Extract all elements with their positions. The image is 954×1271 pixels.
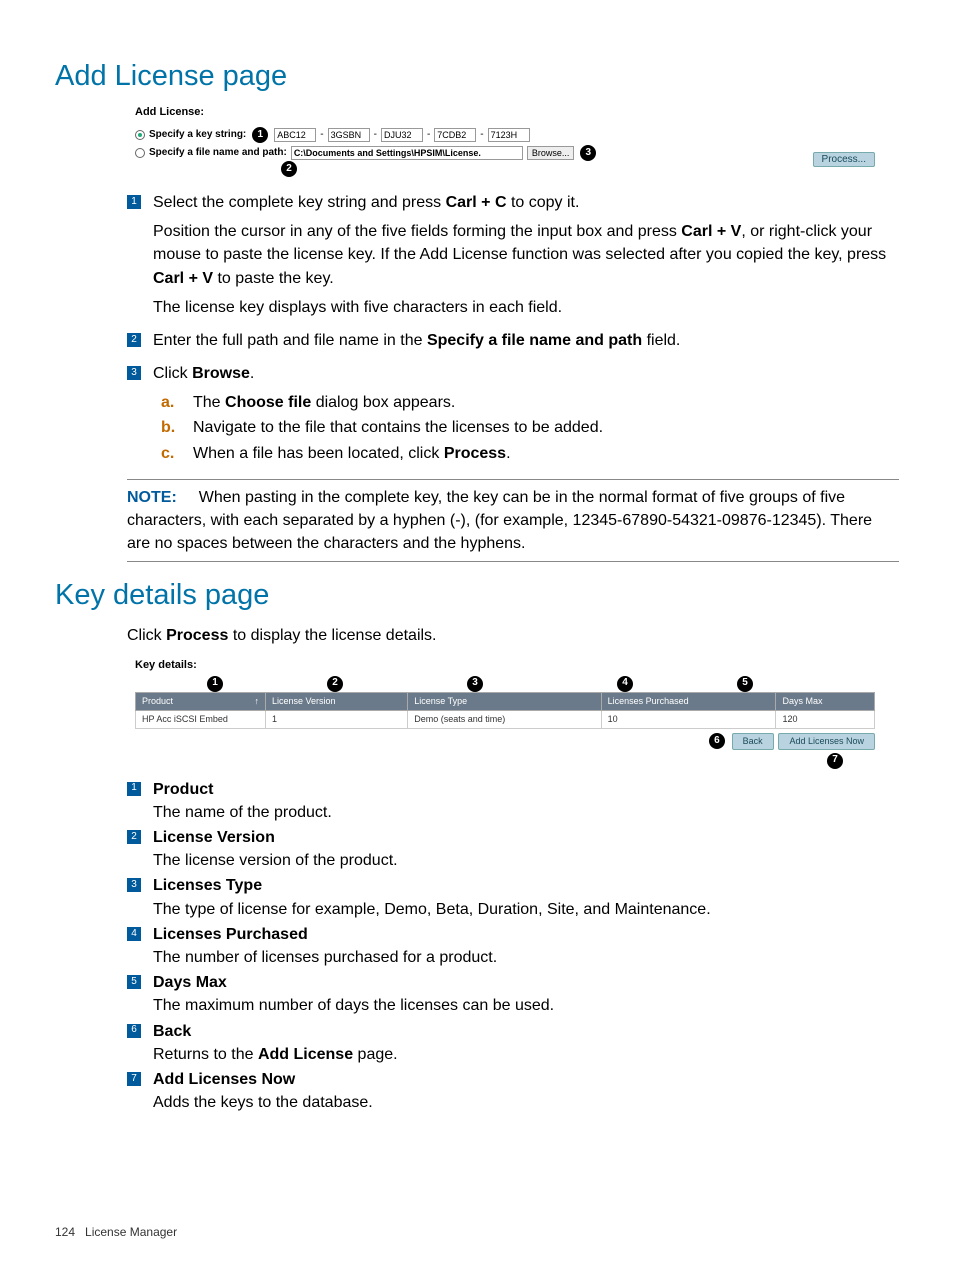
step-2-text: Enter the full path and file name in the… xyxy=(153,329,899,352)
radio-key-string[interactable] xyxy=(135,130,145,140)
footer-page-number: 124 xyxy=(55,1225,75,1239)
page-footer: 124 License Manager xyxy=(55,1224,177,1241)
key-field-4[interactable] xyxy=(434,128,476,142)
substep-a-text: The Choose file dialog box appears. xyxy=(193,391,455,414)
cell-product: HP Acc iSCSI Embed xyxy=(136,710,266,728)
callout-7-icon: 7 xyxy=(827,753,843,769)
table-row: HP Acc iSCSI Embed 1 Demo (seats and tim… xyxy=(136,710,875,728)
col-callout-3-icon: 3 xyxy=(467,676,483,692)
substep-b-text: Navigate to the file that contains the l… xyxy=(193,416,603,439)
col-license-type[interactable]: License Type xyxy=(408,692,601,710)
key-field-2[interactable] xyxy=(328,128,370,142)
label-file-path: Specify a file name and path: xyxy=(149,146,287,161)
step-1-line-3: The license key displays with five chara… xyxy=(153,296,899,319)
substep-b-letter: b. xyxy=(161,416,179,439)
col-days-max[interactable]: Days Max xyxy=(776,692,875,710)
callout-3-icon: 3 xyxy=(580,145,596,161)
desc-badge-7: 7 xyxy=(127,1072,141,1086)
cell-version: 1 xyxy=(266,710,408,728)
step-badge-1: 1 xyxy=(127,195,141,209)
step-3-text: Click Browse. xyxy=(153,362,899,385)
key-details-title: Key details: xyxy=(135,658,875,674)
col-callout-4-icon: 4 xyxy=(617,676,633,692)
dash: - xyxy=(427,128,430,143)
note-label: NOTE: xyxy=(127,489,177,506)
desc-badge-1: 1 xyxy=(127,782,141,796)
callout-6-icon: 6 xyxy=(709,733,725,749)
browse-button[interactable]: Browse... xyxy=(527,146,575,160)
desc-6-body: Returns to the Add License page. xyxy=(153,1043,899,1066)
desc-1-title: Product xyxy=(153,778,899,801)
footer-section: License Manager xyxy=(85,1225,177,1239)
substep-c-text: When a file has been located, click Proc… xyxy=(193,442,511,465)
add-license-title: Add License: xyxy=(135,105,875,121)
key-field-1[interactable] xyxy=(274,128,316,142)
step-1-line-2: Position the cursor in any of the five f… xyxy=(153,220,899,290)
dash: - xyxy=(320,128,323,143)
desc-3-title: Licenses Type xyxy=(153,874,899,897)
step-badge-2: 2 xyxy=(127,333,141,347)
key-details-descriptions: 1 ProductThe name of the product. 2 Licens… xyxy=(127,778,899,1115)
desc-5-body: The maximum number of days the licenses … xyxy=(153,994,899,1017)
label-key-string: Specify a key string: xyxy=(149,128,246,143)
desc-badge-4: 4 xyxy=(127,927,141,941)
radio-file-path[interactable] xyxy=(135,148,145,158)
process-button[interactable]: Process... xyxy=(813,152,875,167)
key-details-screenshot: Key details: 1 2 3 4 5 Product ↑ License… xyxy=(135,658,875,750)
heading-add-license-page: Add License page xyxy=(55,55,899,97)
desc-badge-2: 2 xyxy=(127,830,141,844)
callout-2-icon: 2 xyxy=(281,161,297,177)
add-license-screenshot: Add License: Specify a key string: 1 - -… xyxy=(135,105,875,161)
col-license-version[interactable]: License Version xyxy=(266,692,408,710)
key-details-intro: Click Process to display the license det… xyxy=(127,624,899,647)
steps-list-1: 1 Select the complete key string and pre… xyxy=(127,191,899,467)
desc-4-title: Licenses Purchased xyxy=(153,923,899,946)
desc-5-title: Days Max xyxy=(153,971,899,994)
key-details-table: Product ↑ License Version License Type L… xyxy=(135,692,875,729)
desc-badge-6: 6 xyxy=(127,1024,141,1038)
col-callout-5-icon: 5 xyxy=(737,676,753,692)
cell-daysmax: 120 xyxy=(776,710,875,728)
desc-2-body: The license version of the product. xyxy=(153,849,899,872)
sort-arrow-icon: ↑ xyxy=(255,695,260,708)
desc-6-title: Back xyxy=(153,1020,899,1043)
file-path-input[interactable] xyxy=(291,146,523,160)
desc-7-body: Adds the keys to the database. xyxy=(153,1091,899,1114)
key-field-3[interactable] xyxy=(381,128,423,142)
note-block: NOTE:When pasting in the complete key, t… xyxy=(127,479,899,563)
desc-2-title: License Version xyxy=(153,826,899,849)
back-button[interactable]: Back xyxy=(732,733,774,750)
add-licenses-now-button[interactable]: Add Licenses Now xyxy=(778,733,875,750)
cell-type: Demo (seats and time) xyxy=(408,710,601,728)
desc-badge-3: 3 xyxy=(127,878,141,892)
desc-4-body: The number of licenses purchased for a p… xyxy=(153,946,899,969)
substep-c-letter: c. xyxy=(161,442,179,465)
col-product[interactable]: Product ↑ xyxy=(136,692,266,710)
desc-3-body: The type of license for example, Demo, B… xyxy=(153,898,899,921)
desc-7-title: Add Licenses Now xyxy=(153,1068,899,1091)
dash: - xyxy=(374,128,377,143)
col-callout-1-icon: 1 xyxy=(207,676,223,692)
key-field-5[interactable] xyxy=(488,128,530,142)
note-body: When pasting in the complete key, the ke… xyxy=(127,489,872,552)
callout-1-icon: 1 xyxy=(252,127,268,143)
desc-badge-5: 5 xyxy=(127,975,141,989)
dash: - xyxy=(480,128,483,143)
step-badge-3: 3 xyxy=(127,366,141,380)
substep-a-letter: a. xyxy=(161,391,179,414)
heading-key-details-page: Key details page xyxy=(55,574,899,616)
col-callout-2-icon: 2 xyxy=(327,676,343,692)
col-licenses-purchased[interactable]: Licenses Purchased xyxy=(601,692,776,710)
desc-1-body: The name of the product. xyxy=(153,801,899,824)
step-1-line-1: Select the complete key string and press… xyxy=(153,191,899,214)
cell-purchased: 10 xyxy=(601,710,776,728)
